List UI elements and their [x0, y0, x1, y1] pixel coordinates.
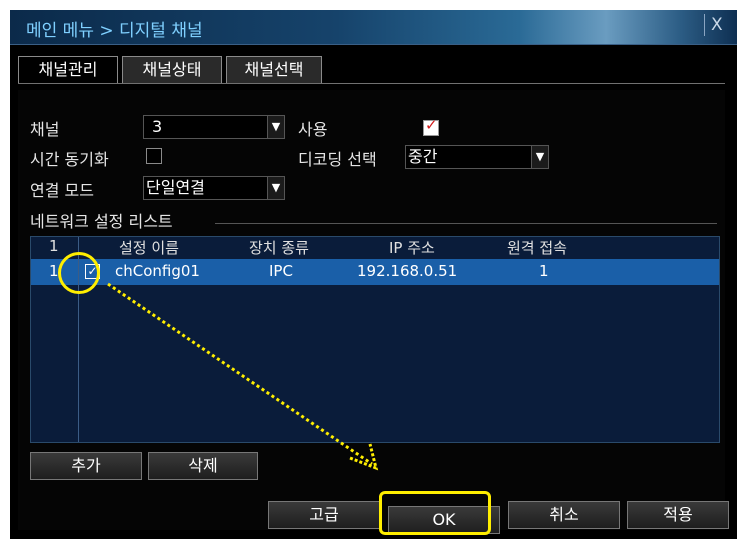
arrow-line [107, 282, 373, 466]
annotation-arrow [107, 282, 379, 471]
arrow-head-icon [349, 443, 379, 471]
